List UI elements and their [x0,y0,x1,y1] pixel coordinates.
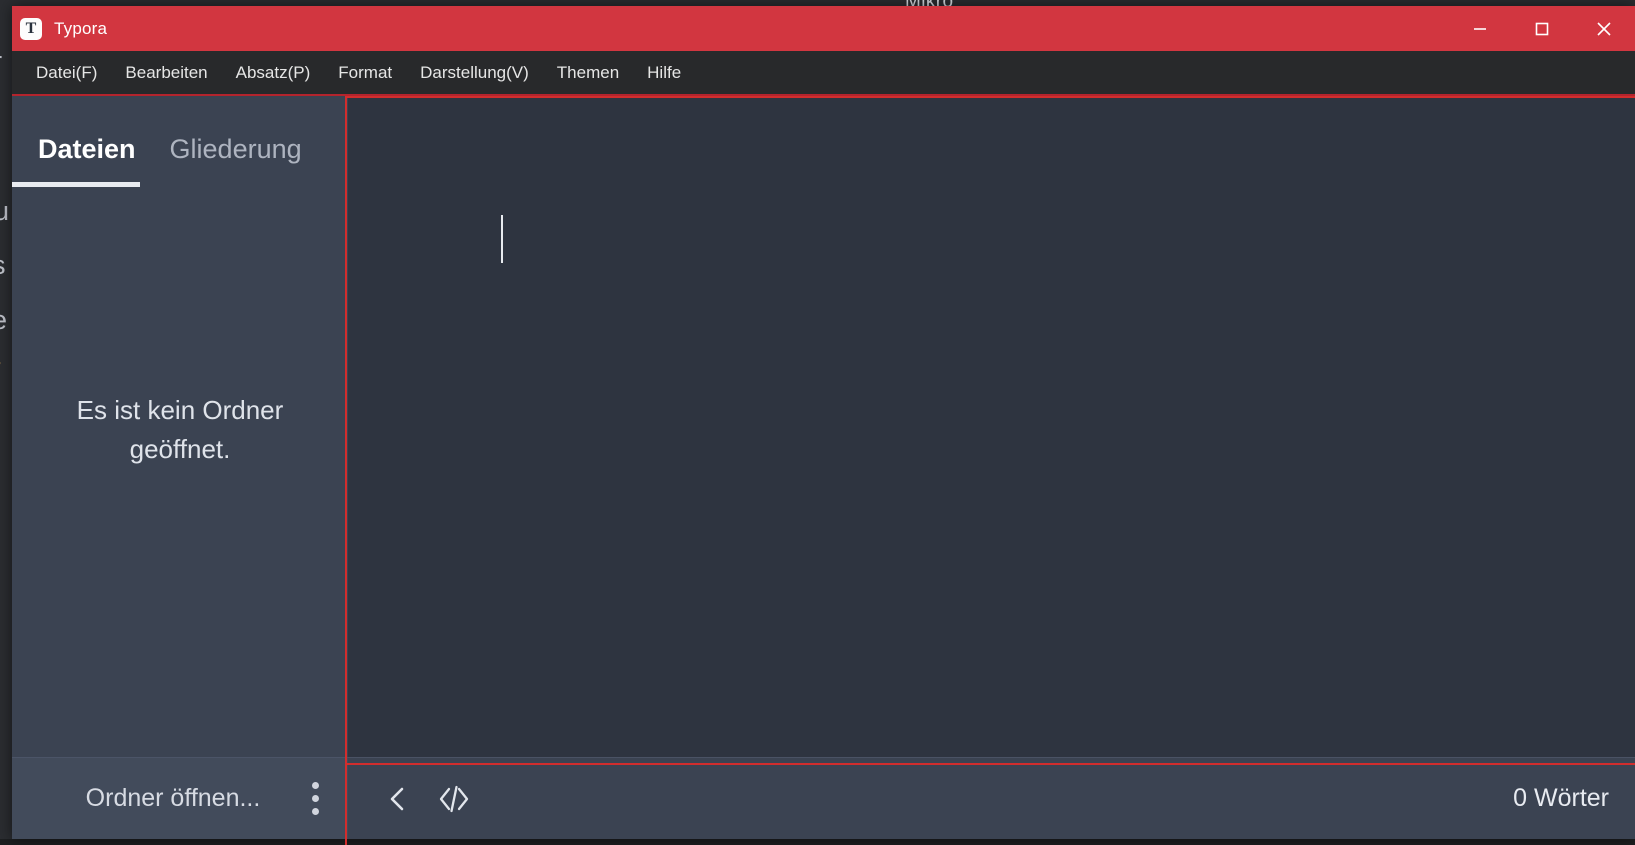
window-title: Typora [54,19,107,39]
menu-item-format[interactable]: Format [324,57,406,89]
tab-gliederung[interactable]: Gliederung [170,134,302,173]
status-bar: 0 Wörter [348,757,1635,839]
sidebar-footer: Ordner öffnen... [12,757,348,839]
menu-item-absatz[interactable]: Absatz(P) [222,57,325,89]
typora-logo-icon: T [20,18,42,40]
menu-item-darstellung[interactable]: Darstellung(V) [406,57,543,89]
menu-item-bearbeiten[interactable]: Bearbeiten [111,57,221,89]
text-caret [501,215,503,263]
editor-column: 0 Wörter [348,96,1635,839]
source-code-icon[interactable] [426,773,482,825]
maximize-button[interactable] [1511,6,1573,51]
menu-item-datei[interactable]: Datei(F) [22,57,111,89]
kebab-menu-icon[interactable] [298,777,332,821]
close-button[interactable] [1573,6,1635,51]
window-body: Dateien Gliederung Es ist kein Ordner ge… [12,96,1635,839]
background-text-fragment: e [0,305,7,336]
menu-item-themen[interactable]: Themen [543,57,633,89]
window-controls [1449,6,1635,51]
background-text-fragment: s [0,250,6,281]
chevron-left-icon[interactable] [370,773,426,825]
editor-area[interactable] [348,96,1635,757]
menu-item-hilfe[interactable]: Hilfe [633,57,695,89]
sidebar-panel: Dateien Gliederung Es ist kein Ordner ge… [12,96,348,839]
word-count-label: 0 Wörter [1513,784,1609,813]
sidebar-content: Es ist kein Ordner geöffnet. [12,173,348,757]
empty-folder-message: Es ist kein Ordner geöffnet. [50,391,310,469]
focus-outline-bottom [345,763,1635,765]
sidebar-tabs: Dateien Gliederung [12,96,348,173]
background-text-fragment: / [0,358,1,389]
tab-dateien[interactable]: Dateien [38,134,136,173]
background-text-fragment: r [0,48,2,76]
background-text-fragment: u [0,196,9,227]
title-bar[interactable]: T Typora [12,6,1635,51]
menu-bar: Datei(F) Bearbeiten Absatz(P) Format Dar… [12,51,1635,96]
typora-window: T Typora Datei(F) Bearbeite [12,6,1635,839]
minimize-button[interactable] [1449,6,1511,51]
open-folder-button[interactable]: Ordner öffnen... [12,784,298,813]
